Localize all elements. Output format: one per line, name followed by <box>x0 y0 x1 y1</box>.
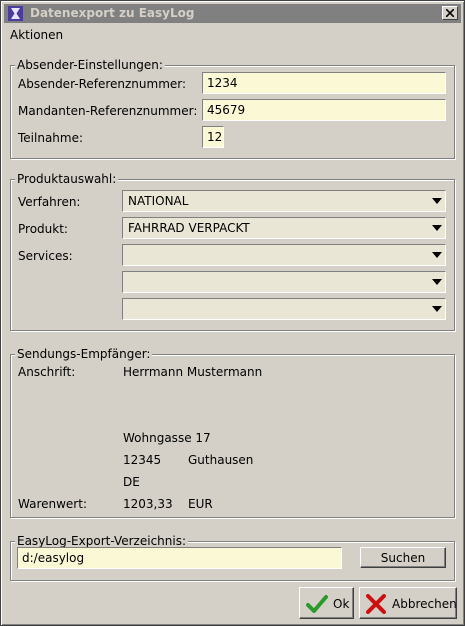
title-bar[interactable]: Datenexport zu EasyLog <box>4 4 461 23</box>
goods-value-currency: EUR <box>188 497 213 511</box>
goods-value-label: Warenwert: <box>18 497 87 511</box>
chevron-down-icon <box>432 279 442 285</box>
product-value: FAHRRAD VERPACKT <box>128 221 250 235</box>
services-label: Services: <box>18 249 73 263</box>
cancel-label: Abbrechen <box>392 597 457 611</box>
services-select-3[interactable] <box>122 298 446 320</box>
recipient-street: Wohngasse 17 <box>123 431 211 445</box>
recipient-zip: 12345 <box>123 453 162 467</box>
sender-settings-legend: Absender-Einstellungen: <box>15 58 165 72</box>
ok-button[interactable]: Ok <box>299 587 354 619</box>
participation-input[interactable]: 12 <box>202 126 224 148</box>
recipient-city: Guthausen <box>188 453 254 467</box>
window-title: Datenexport zu EasyLog <box>30 6 195 20</box>
client-ref-label: Mandanten-Referenznummer: <box>18 104 198 118</box>
close-icon <box>446 9 454 17</box>
menu-aktionen[interactable]: Aktionen <box>10 28 63 42</box>
close-button[interactable] <box>442 6 458 20</box>
participation-label: Teilnahme: <box>18 131 84 145</box>
export-directory-group: EasyLog-Export-Verzeichnis: d:/easylog S… <box>10 534 455 581</box>
product-label: Produkt: <box>18 222 68 236</box>
sender-ref-label: Absender-Referenznummer: <box>18 77 187 91</box>
recipient-legend: Sendungs-Empfänger: <box>15 347 153 361</box>
address-label: Anschrift: <box>18 365 76 379</box>
procedure-select[interactable]: NATIONAL <box>122 190 446 212</box>
procedure-value: NATIONAL <box>128 194 189 208</box>
product-selection-group: Produktauswahl: Verfahren: NATIONAL Prod… <box>10 172 455 331</box>
recipient-country: DE <box>123 475 140 489</box>
cancel-button[interactable]: Abbrechen <box>359 587 457 619</box>
sender-ref-input[interactable]: 1234 <box>202 72 446 94</box>
ok-label: Ok <box>333 597 350 611</box>
chevron-down-icon <box>432 225 442 231</box>
sender-settings-group: Absender-Einstellungen: Absender-Referen… <box>10 58 455 159</box>
product-select[interactable]: FAHRRAD VERPACKT <box>122 217 446 239</box>
product-selection-legend: Produktauswahl: <box>15 172 119 186</box>
export-directory-legend: EasyLog-Export-Verzeichnis: <box>15 534 189 548</box>
export-path-input[interactable]: d:/easylog <box>17 547 342 569</box>
chevron-down-icon <box>432 306 442 312</box>
checkmark-icon <box>306 595 328 613</box>
recipient-name: Herrmann Mustermann <box>123 365 263 379</box>
procedure-label: Verfahren: <box>18 195 81 209</box>
chevron-down-icon <box>432 198 442 204</box>
client-ref-input[interactable]: 45679 <box>202 99 446 121</box>
chevron-down-icon <box>432 252 442 258</box>
services-select-1[interactable] <box>122 244 446 266</box>
goods-value-amount: 1203,33 <box>123 497 173 511</box>
menu-bar: Aktionen <box>4 25 461 44</box>
dialog-window: Datenexport zu EasyLog Aktionen Absender… <box>0 0 465 626</box>
cross-icon <box>366 594 386 614</box>
search-button[interactable]: Suchen <box>360 547 446 568</box>
services-select-2[interactable] <box>122 271 446 293</box>
app-icon <box>8 6 23 21</box>
recipient-group: Sendungs-Empfänger: Anschrift: Herrmann … <box>10 347 455 518</box>
